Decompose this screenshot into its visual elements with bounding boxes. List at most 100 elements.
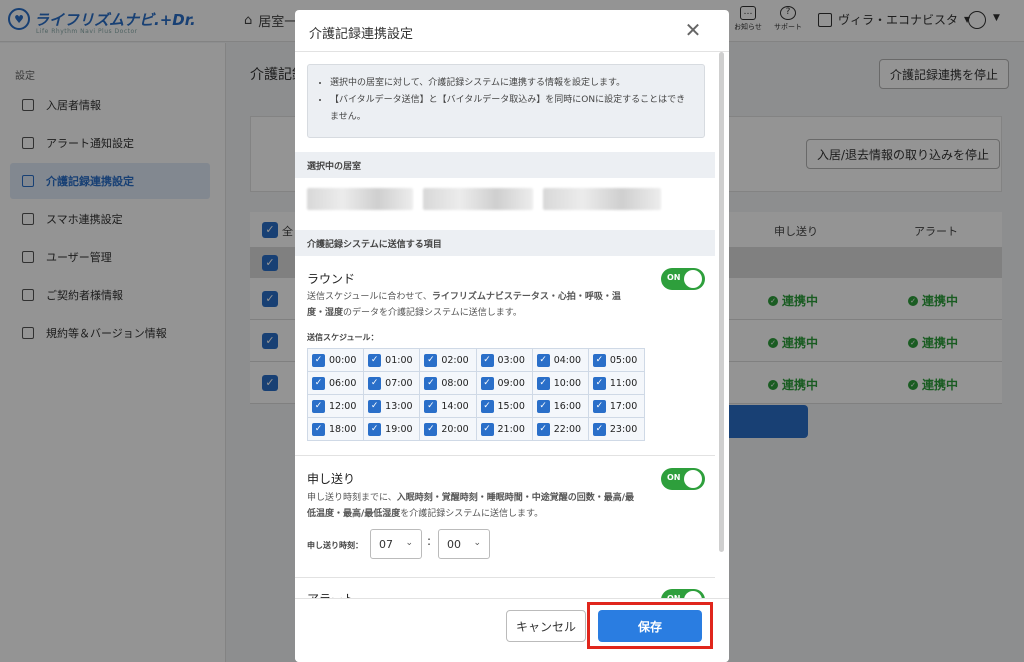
toggle-knob <box>684 270 702 288</box>
schedule-slot[interactable]: ✓ 11:00 <box>588 372 646 395</box>
checkbox-checked-icon[interactable]: ✓ <box>592 376 606 390</box>
save-button[interactable]: 保存 <box>598 610 702 642</box>
chevron-down-icon: ⌄ <box>405 538 413 548</box>
chevron-down-icon: ⌄ <box>473 538 481 548</box>
modal-scrollbar[interactable] <box>719 52 724 552</box>
toggle-knob <box>684 470 702 488</box>
checkbox-checked-icon[interactable]: ✓ <box>592 399 606 413</box>
modal-body[interactable]: 選択中の居室に対して、介護記録システムに連携する情報を設定します。 【バイタルデ… <box>295 52 729 598</box>
handover-section: 申し送り ON 申し送り時刻までに、入眠時刻・覚醒時刻・睡眠時間・中途覚醒の回数… <box>295 456 715 578</box>
selected-rooms-heading: 選択中の居室 <box>295 152 715 178</box>
schedule-slot[interactable]: ✓ 10:00 <box>532 372 589 395</box>
checkbox-checked-icon[interactable]: ✓ <box>368 353 382 367</box>
checkbox-checked-icon[interactable]: ✓ <box>536 376 550 390</box>
schedule-slot[interactable]: ✓ 03:00 <box>476 349 533 372</box>
checkbox-checked-icon[interactable]: ✓ <box>312 422 325 436</box>
schedule-slot[interactable]: ✓ 17:00 <box>588 395 646 418</box>
checkbox-checked-icon[interactable]: ✓ <box>424 422 438 436</box>
selected-room-chip <box>423 188 533 210</box>
schedule-time: 07:00 <box>385 377 413 389</box>
checkbox-checked-icon[interactable]: ✓ <box>424 353 438 367</box>
handover-description: 申し送り時刻までに、入眠時刻・覚醒時刻・睡眠時間・中途覚醒の回数・最高/最低温度… <box>307 493 635 519</box>
schedule-slot[interactable]: ✓ 09:00 <box>476 372 533 395</box>
schedule-slot[interactable]: ✓ 16:00 <box>532 395 589 418</box>
schedule-time: 09:00 <box>497 377 525 389</box>
schedule-time: 20:00 <box>441 423 469 435</box>
schedule-slot[interactable]: ✓ 04:00 <box>532 349 589 372</box>
checkbox-checked-icon[interactable]: ✓ <box>480 353 494 367</box>
checkbox-checked-icon[interactable]: ✓ <box>312 376 325 390</box>
alert-toggle[interactable]: ON <box>661 589 705 598</box>
schedule-time: 01:00 <box>385 354 413 366</box>
schedule-time: 03:00 <box>497 354 525 366</box>
schedule-slot[interactable]: ✓ 08:00 <box>420 372 477 395</box>
schedule-time: 13:00 <box>385 400 413 412</box>
schedule-slot[interactable]: ✓ 20:00 <box>420 418 477 441</box>
selected-room-chip <box>307 188 413 210</box>
schedule-time: 04:00 <box>553 354 582 366</box>
info-text: 【バイタルデータ送信】と【バイタルデータ取込み】を同時にONに設定することはでき… <box>330 92 694 126</box>
round-toggle[interactable]: ON <box>661 268 705 290</box>
schedule-slot[interactable]: ✓ 21:00 <box>476 418 533 441</box>
schedule-slot[interactable]: ✓ 15:00 <box>476 395 533 418</box>
care-record-link-modal: 介護記録連携設定 ✕ 選択中の居室に対して、介護記録システムに連携する情報を設定… <box>295 10 729 662</box>
handover-toggle[interactable]: ON <box>661 468 705 490</box>
time-colon: : <box>427 534 432 548</box>
schedule-slot[interactable]: ✓ 01:00 <box>364 349 421 372</box>
schedule-time: 17:00 <box>609 400 638 412</box>
schedule-slot[interactable]: ✓ 07:00 <box>364 372 421 395</box>
schedule-slot[interactable]: ✓ 14:00 <box>420 395 477 418</box>
modal-header: 介護記録連携設定 ✕ <box>295 10 729 52</box>
schedule-time: 10:00 <box>553 377 582 389</box>
checkbox-checked-icon[interactable]: ✓ <box>480 422 494 436</box>
schedule-slot[interactable]: ✓ 23:00 <box>588 418 646 441</box>
checkbox-checked-icon[interactable]: ✓ <box>312 353 325 367</box>
checkbox-checked-icon[interactable]: ✓ <box>536 353 550 367</box>
checkbox-checked-icon[interactable]: ✓ <box>536 422 550 436</box>
checkbox-checked-icon[interactable]: ✓ <box>480 399 494 413</box>
checkbox-checked-icon[interactable]: ✓ <box>424 399 438 413</box>
round-description: 送信スケジュールに合わせて、ライフリズムナビステータス・心拍・呼吸・温度・湿度の… <box>307 292 621 318</box>
alert-section: アラート ON <box>295 578 715 598</box>
toggle-label: ON <box>667 473 681 482</box>
checkbox-checked-icon[interactable]: ✓ <box>368 376 382 390</box>
alert-title: アラート <box>307 590 355 598</box>
schedule-slot[interactable]: ✓ 19:00 <box>364 418 421 441</box>
schedule-time: 06:00 <box>329 377 357 389</box>
schedule-slot[interactable]: ✓ 05:00 <box>588 349 646 372</box>
round-title: ラウンド <box>307 272 356 286</box>
checkbox-checked-icon[interactable]: ✓ <box>368 422 382 436</box>
schedule-grid: ✓ 00:00 ✓ 01:00 ✓ 02:00 ✓ 03:00 ✓ 04:00 ✓ 05:00 ✓ 06:… <box>307 348 646 441</box>
schedule-row: ✓ 12:00 ✓ 13:00 ✓ 14:00 ✓ 15:00 ✓ 16:00 ✓ 17:00 <box>308 395 646 418</box>
selected-room-chip <box>543 188 661 210</box>
checkbox-checked-icon[interactable]: ✓ <box>592 422 606 436</box>
schedule-time: 21:00 <box>497 423 525 435</box>
schedule-slot[interactable]: ✓ 02:00 <box>420 349 477 372</box>
schedule-slot[interactable]: ✓ 18:00 <box>308 418 365 441</box>
handover-minute-select[interactable]: 00 ⌄ <box>438 529 490 559</box>
schedule-slot[interactable]: ✓ 06:00 <box>308 372 365 395</box>
schedule-label: 送信スケジュール： <box>307 333 379 342</box>
checkbox-checked-icon[interactable]: ✓ <box>312 399 325 413</box>
checkbox-checked-icon[interactable]: ✓ <box>592 353 606 367</box>
hour-value: 07 <box>379 537 393 551</box>
schedule-time: 18:00 <box>329 423 357 435</box>
checkbox-checked-icon[interactable]: ✓ <box>536 399 550 413</box>
schedule-time: 15:00 <box>497 400 525 412</box>
schedule-row: ✓ 18:00 ✓ 19:00 ✓ 20:00 ✓ 21:00 ✓ 22:00 ✓ 23:00 <box>308 418 646 441</box>
checkbox-checked-icon[interactable]: ✓ <box>368 399 382 413</box>
cancel-button[interactable]: キャンセル <box>506 610 586 642</box>
schedule-time: 12:00 <box>329 400 357 412</box>
close-icon[interactable]: ✕ <box>682 18 704 42</box>
checkbox-checked-icon[interactable]: ✓ <box>480 376 494 390</box>
schedule-slot[interactable]: ✓ 13:00 <box>364 395 421 418</box>
toggle-knob <box>684 591 702 598</box>
handover-hour-select[interactable]: 07 ⌄ <box>370 529 422 559</box>
schedule-row: ✓ 06:00 ✓ 07:00 ✓ 08:00 ✓ 09:00 ✓ 10:00 ✓ 11:00 <box>308 372 646 395</box>
schedule-slot[interactable]: ✓ 00:00 <box>308 349 365 372</box>
schedule-slot[interactable]: ✓ 22:00 <box>532 418 589 441</box>
schedule-slot[interactable]: ✓ 12:00 <box>308 395 365 418</box>
schedule-time: 02:00 <box>441 354 469 366</box>
schedule-time: 00:00 <box>329 354 357 366</box>
checkbox-checked-icon[interactable]: ✓ <box>424 376 438 390</box>
